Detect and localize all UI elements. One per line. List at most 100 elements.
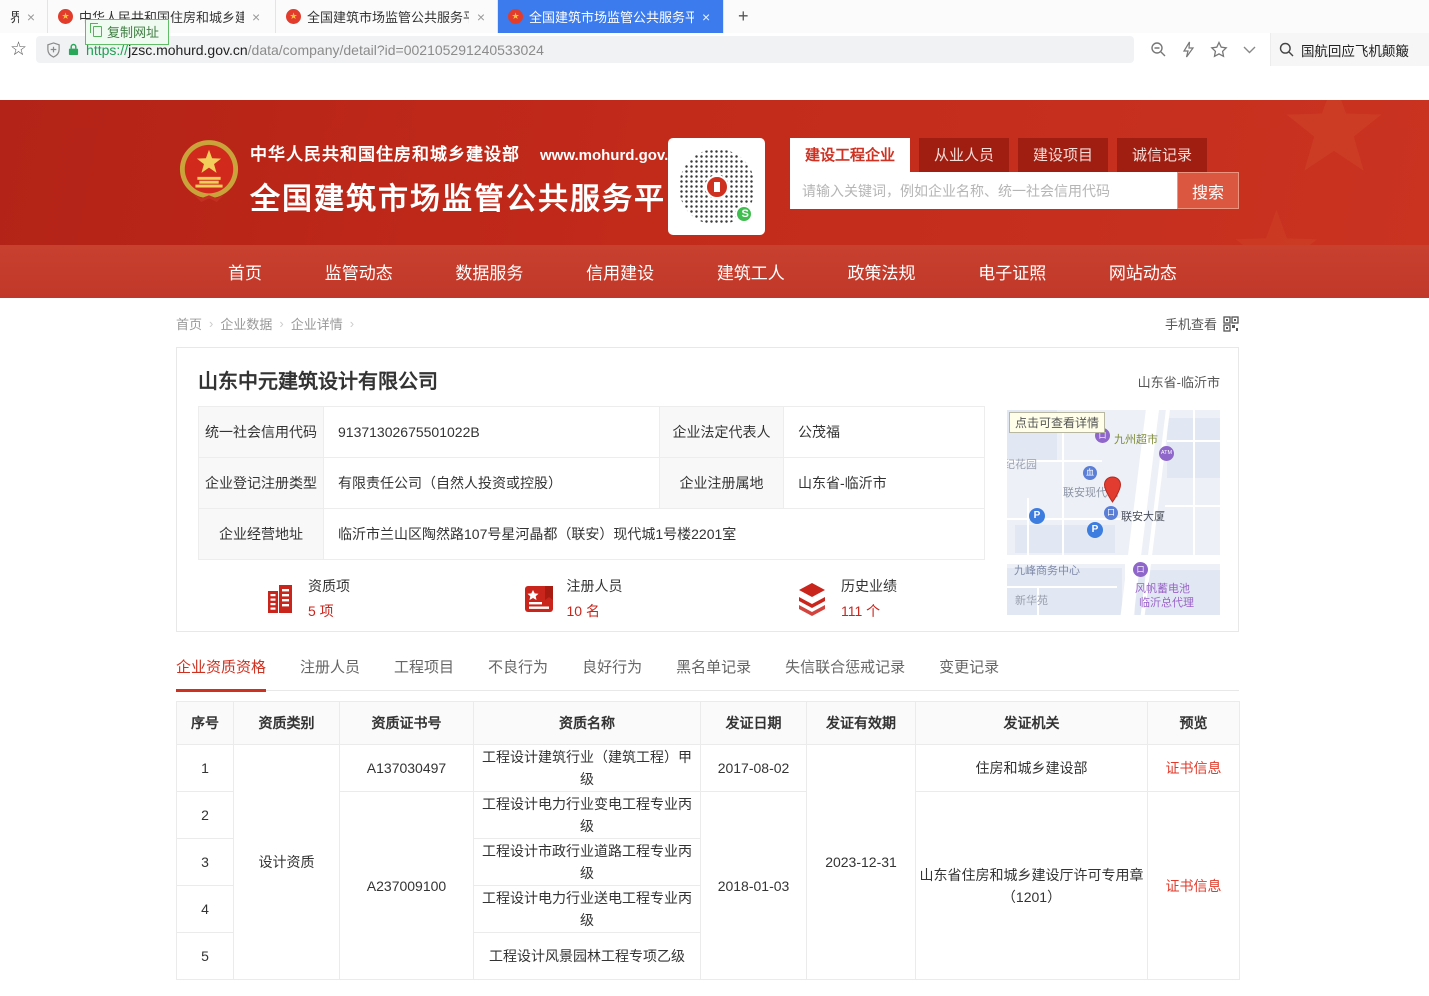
mobile-view-label: 手机查看 [1165, 314, 1217, 333]
tab-close-icon[interactable]: × [475, 9, 487, 25]
col-header-validity: 发证有效期 [807, 702, 916, 745]
legal-rep-value: 公茂福 [784, 407, 985, 458]
zoom-out-icon[interactable] [1150, 41, 1167, 58]
company-summary-card: 山东中元建筑设计有限公司 山东省-临沂市 统一社会信用代码 9137130267… [176, 347, 1239, 632]
tab-close-icon[interactable]: × [250, 9, 262, 25]
search-category-tabs: 建设工程企业 从业人员 建设项目 诚信记录 [790, 138, 1239, 172]
col-header-cert-no: 资质证书号 [340, 702, 474, 745]
nav-item-site-news[interactable]: 网站动态 [1109, 259, 1177, 284]
copy-url-tooltip: 复制网址 [85, 19, 169, 45]
search-tab-enterprise[interactable]: 建设工程企业 [790, 138, 910, 172]
tab-title: 界 [10, 7, 19, 26]
map-tooltip: 点击可查看详情 [1009, 412, 1105, 433]
tab-bad-behavior[interactable]: 不良行为 [488, 656, 548, 690]
copy-icon [93, 26, 102, 37]
nav-item-policy[interactable]: 政策法规 [848, 259, 916, 284]
browser-tab-3-active[interactable]: ★ 全国建筑市场监管公共服务平台 × [498, 0, 724, 33]
breadcrumb-separator: › [209, 316, 213, 331]
mobile-view-button[interactable]: 手机查看 [1165, 314, 1239, 333]
tab-change-records[interactable]: 变更记录 [939, 656, 999, 690]
nav-item-data-service[interactable]: 数据服务 [455, 259, 523, 284]
tab-close-icon[interactable]: × [700, 9, 712, 25]
address-bar-input[interactable]: https://jzsc.mohurd.gov.cn/data/company/… [36, 36, 1134, 63]
col-header-preview: 预览 [1148, 702, 1240, 745]
company-name: 山东中元建筑设计有限公司 [198, 365, 438, 394]
browser-url-bar: ☆ https://jzsc.mohurd.gov.cn/data/compan… [0, 33, 1429, 66]
flag-star-decoration [1279, 100, 1389, 185]
nav-item-home[interactable]: 首页 [228, 259, 262, 284]
tab-registered-personnel[interactable]: 注册人员 [300, 656, 360, 690]
browser-search-box[interactable]: 国航回应飞机颠簸 [1270, 33, 1429, 66]
favorite-star-icon[interactable] [1210, 41, 1228, 58]
site-title: 全国建筑市场监管公共服务平台 [250, 174, 698, 218]
nav-item-supervision[interactable]: 监管动态 [325, 259, 393, 284]
search-tab-personnel[interactable]: 从业人员 [919, 138, 1009, 172]
company-region: 山东省-临沂市 [1138, 372, 1220, 391]
col-header-authority: 发证机关 [916, 702, 1148, 745]
parking-icon: P [1087, 522, 1103, 538]
atm-marker-icon: ATM [1159, 446, 1174, 461]
tab-close-icon[interactable]: × [25, 9, 37, 25]
qualification-name: 工程设计电力行业送电工程专业丙级 [474, 886, 701, 933]
shield-plus-icon[interactable] [46, 42, 61, 58]
col-header-name: 资质名称 [474, 702, 701, 745]
company-location-map[interactable]: 点击可查看详情 口 九州超市 ATM 纪花园 血 联安现代城 口 联安大厦 P … [1007, 410, 1220, 615]
stat-historical-performance: 历史业绩 111 个 [793, 576, 897, 621]
credit-code-value: 91371302675501022B [324, 407, 660, 458]
col-header-category: 资质类别 [234, 702, 340, 745]
nav-item-credit[interactable]: 信用建设 [586, 259, 654, 284]
tab-good-behavior[interactable]: 良好行为 [582, 656, 642, 690]
issuing-authority: 住房和城乡建设部 [916, 745, 1148, 792]
address-value: 临沂市兰山区陶然路107号星河晶都（联安）现代城1号楼2201室 [324, 509, 985, 560]
new-tab-button[interactable]: + [724, 2, 763, 31]
search-button[interactable]: 搜索 [1177, 172, 1239, 209]
site-favicon-icon: ★ [58, 9, 73, 24]
search-tab-credit[interactable]: 诚信记录 [1117, 138, 1207, 172]
certificate-info-link[interactable]: 证书信息 [1166, 760, 1222, 776]
credit-code-label: 统一社会信用代码 [199, 407, 324, 458]
reg-type-value: 有限责任公司（自然人投资或控股） [324, 458, 660, 509]
tab-blacklist[interactable]: 黑名单记录 [676, 656, 751, 690]
keyword-search-input[interactable] [790, 172, 1177, 209]
cert-number: A237009100 [340, 792, 474, 980]
chevron-down-icon[interactable] [1243, 46, 1256, 54]
breadcrumb-company-data[interactable]: 企业数据 [220, 314, 272, 333]
address-label: 企业经营地址 [199, 509, 324, 560]
stat-value: 111 个 [841, 601, 897, 621]
bookmark-star-icon[interactable]: ☆ [0, 38, 36, 61]
browser-tab-2[interactable]: ★ 全国建筑市场监管公共服务平台 × [276, 0, 498, 33]
copy-url-tooltip-text: 复制网址 [107, 22, 159, 41]
browser-tab-0[interactable]: 界 × [0, 0, 48, 33]
tab-enterprise-qualification[interactable]: 企业资质资格 [176, 656, 266, 692]
url-path: /data/company/detail?id=0021052912405330… [248, 42, 544, 58]
map-poi-label: 九峰商务中心 [1014, 562, 1080, 578]
tab-title: 全国建筑市场监管公共服务平台 [307, 7, 469, 26]
tab-projects[interactable]: 工程项目 [394, 656, 454, 690]
certificate-info-link[interactable]: 证书信息 [1166, 878, 1222, 894]
atm-label: ATM [1161, 450, 1172, 456]
browser-action-icons [1134, 41, 1270, 58]
stat-label: 历史业绩 [841, 576, 897, 596]
breadcrumb-separator: › [279, 316, 283, 331]
map-poi-label: 联安大厦 [1121, 508, 1165, 524]
main-navigation: 首页 监管动态 数据服务 信用建设 建筑工人 政策法规 电子证照 网站动态 [0, 245, 1429, 298]
tab-dishonesty-records[interactable]: 失信联合惩戒记录 [785, 656, 905, 690]
col-header-issue-date: 发证日期 [701, 702, 807, 745]
map-poi-label: 纪花园 [1007, 456, 1037, 472]
map-poi-label: 新华苑 [1015, 592, 1048, 608]
ministry-url: www.mohurd.gov.cn [540, 147, 686, 164]
stat-registered-personnel: 注册人员 10 名 [521, 576, 623, 621]
reg-place-label: 企业注册属地 [660, 458, 784, 509]
flash-icon[interactable] [1182, 41, 1195, 58]
search-tab-project[interactable]: 建设项目 [1018, 138, 1108, 172]
page-top-gap [0, 66, 1429, 100]
nav-item-workers[interactable]: 建筑工人 [717, 259, 785, 284]
stat-label: 资质项 [308, 576, 350, 596]
wechat-icon [735, 205, 753, 223]
nav-item-e-license[interactable]: 电子证照 [978, 259, 1046, 284]
site-branding: 中华人民共和国住房和城乡建设部 www.mohurd.gov.cn 全国建筑市场… [250, 140, 698, 218]
breadcrumb-home[interactable]: 首页 [176, 314, 202, 333]
reg-type-label: 企业登记注册类型 [199, 458, 324, 509]
issue-date: 2018-01-03 [701, 792, 807, 980]
breadcrumb-company-detail[interactable]: 企业详情 [291, 314, 343, 333]
